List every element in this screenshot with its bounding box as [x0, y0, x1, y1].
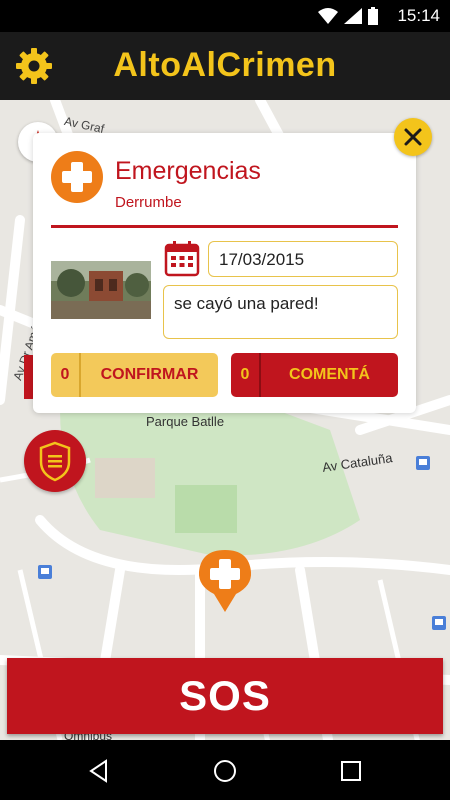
comment-button[interactable]: 0 COMENTÁ: [231, 353, 398, 397]
comment-field[interactable]: se cayó una pared!: [163, 285, 398, 339]
app-title: AltoAlCrimen: [113, 46, 337, 84]
close-icon: [404, 128, 422, 146]
park-label: Parque Batlle: [146, 414, 225, 429]
back-icon[interactable]: [86, 758, 112, 784]
calendar-icon[interactable]: [163, 239, 201, 277]
recents-icon[interactable]: [338, 758, 364, 784]
confirm-button[interactable]: 0 CONFIRMAR: [51, 353, 218, 397]
comment-label: COMENTÁ: [289, 366, 370, 383]
incident-card: Emergencias Derrumbe 17/03/2015 se cayó …: [33, 133, 416, 413]
shield-icon: [39, 441, 71, 482]
bus-stop-icon[interactable]: [38, 565, 52, 579]
incident-subcategory: Derrumbe: [115, 194, 182, 211]
close-button[interactable]: [394, 118, 432, 156]
confirm-label: CONFIRMAR: [100, 366, 199, 383]
bus-stop-icon[interactable]: [432, 616, 446, 630]
home-icon[interactable]: [212, 758, 238, 784]
incident-category: Emergencias: [115, 157, 261, 185]
status-bar: 15:14: [0, 0, 450, 32]
comment-count: 0: [240, 366, 250, 383]
emergency-cross-icon: [51, 151, 103, 203]
system-nav-bar: [0, 740, 450, 800]
wifi-icon: [318, 8, 338, 24]
signal-icon: [344, 8, 362, 24]
incident-photo[interactable]: [51, 261, 151, 319]
battery-icon: [368, 7, 378, 25]
confirm-count: 0: [60, 366, 70, 383]
bus-stop-icon[interactable]: [416, 456, 430, 470]
sos-button[interactable]: SOS: [7, 658, 443, 734]
clock: 15:14: [397, 6, 440, 25]
divider: [51, 225, 398, 228]
app-bar: AltoAlCrimen: [0, 32, 450, 100]
date-field[interactable]: 17/03/2015: [208, 241, 398, 277]
emergency-pin-icon[interactable]: [196, 548, 254, 612]
police-marker[interactable]: [24, 430, 86, 492]
